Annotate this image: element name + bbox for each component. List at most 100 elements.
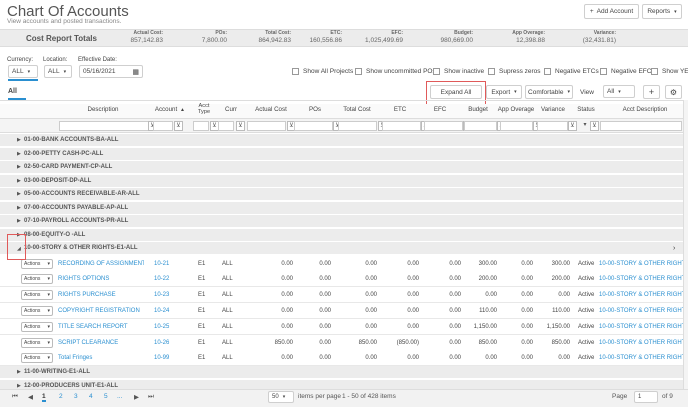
actions-dropdown[interactable]: Actions ▾ xyxy=(21,337,53,348)
density-dropdown[interactable]: Comfortable ▾ xyxy=(525,85,573,99)
filter-checkbox[interactable]: Show All Projects xyxy=(292,68,353,75)
row-account[interactable]: 10-25 xyxy=(154,319,169,335)
row-account[interactable]: 10-26 xyxy=(154,335,169,351)
column-header[interactable]: Status xyxy=(574,106,598,118)
table-row[interactable]: Actions ▾ RECORDING OF ASSIGNMENTS 10-21 E1 A… xyxy=(0,255,683,272)
vertical-scrollbar[interactable] xyxy=(683,100,688,389)
column-header[interactable]: Description xyxy=(58,106,148,118)
actions-dropdown[interactable]: Actions ▾ xyxy=(21,258,53,269)
expand-icon[interactable]: ▶ xyxy=(17,188,21,201)
column-header[interactable]: Budget xyxy=(460,106,496,118)
row-description[interactable]: RECORDING OF ASSIGNMENTS xyxy=(58,256,144,272)
filter-icon[interactable]: ⊻ xyxy=(590,121,599,131)
row-description[interactable]: SCRIPT CLEARANCE xyxy=(58,335,144,351)
filter-icon[interactable]: ⊻ xyxy=(174,121,183,131)
effective-date-input[interactable]: 05/16/2021 ▦ xyxy=(79,65,143,78)
checkbox-box[interactable] xyxy=(600,68,607,75)
column-header[interactable]: ETC xyxy=(380,106,420,118)
column-filter-input[interactable] xyxy=(247,121,286,131)
chevron-down-icon[interactable]: ▾ xyxy=(581,121,589,131)
column-filter-input[interactable] xyxy=(424,121,463,131)
column-filter-input[interactable] xyxy=(193,121,209,131)
table-row[interactable]: Actions ▾ RIGHTS OPTIONS 10-22 E1 ALL 0.00 0.00… xyxy=(0,271,683,288)
actions-dropdown[interactable]: Actions ▾ xyxy=(21,290,53,301)
export-dropdown[interactable]: Export ▾ xyxy=(486,85,522,99)
tab-all[interactable]: All xyxy=(8,88,26,100)
checkbox-box[interactable] xyxy=(651,68,658,75)
prev-page-icon[interactable]: ◀ xyxy=(28,393,33,401)
expand-icon[interactable]: ▶ xyxy=(17,366,21,379)
column-header[interactable]: Actual Cost xyxy=(251,106,291,118)
page-link[interactable]: 4 xyxy=(89,393,93,400)
group-row[interactable]: ▶ 02-00-PETTY CASH-PC-ALL xyxy=(0,147,683,161)
column-filter-input[interactable] xyxy=(153,121,173,131)
first-page-icon[interactable]: ⏮ xyxy=(12,393,18,401)
column-filter-input[interactable] xyxy=(294,121,333,131)
group-row[interactable]: ▶ 07-10-PAYROLL ACCOUNTS-PR-ALL xyxy=(0,215,683,228)
row-acct-description[interactable]: 10-00-STORY & OTHER RIGHTS xyxy=(599,319,683,335)
scroll-right-icon[interactable]: › xyxy=(673,245,675,252)
row-description[interactable]: Total Fringes xyxy=(58,350,144,366)
row-acct-description[interactable]: 10-00-STORY & OTHER RIGHTS xyxy=(599,256,683,272)
row-account[interactable]: 10-21 xyxy=(154,256,169,272)
actions-dropdown[interactable]: Actions ▾ xyxy=(21,274,53,285)
column-filter-input[interactable] xyxy=(600,121,682,131)
table-row[interactable]: Actions ▾ RIGHTS PURCHASE 10-23 E1 ALL 0.00 0.0… xyxy=(0,287,683,304)
page-link[interactable]: 2 xyxy=(59,393,63,400)
currency-select[interactable]: ALL ▾ xyxy=(8,65,38,78)
column-filter-input[interactable] xyxy=(500,121,533,131)
column-filter-input[interactable] xyxy=(537,121,568,131)
filter-checkbox[interactable]: Negative ETCs xyxy=(544,68,599,75)
checkbox-box[interactable] xyxy=(544,68,551,75)
add-row-button[interactable]: + xyxy=(643,85,660,99)
page-link[interactable]: 5 xyxy=(104,393,108,400)
filter-icon[interactable]: ⊻ xyxy=(568,121,577,131)
actions-dropdown[interactable]: Actions ▾ xyxy=(21,321,53,332)
add-account-button[interactable]: + Add Account xyxy=(584,4,639,19)
row-description[interactable]: RIGHTS PURCHASE xyxy=(58,287,144,303)
page-link[interactable]: 1 xyxy=(42,393,46,402)
group-row[interactable]: ◢ 10-00-STORY & OTHER RIGHTS-E1-ALL xyxy=(0,242,683,255)
page-link[interactable]: 3 xyxy=(74,393,78,400)
filter-checkbox[interactable]: Supress zeros xyxy=(488,68,541,75)
column-filter-input[interactable] xyxy=(59,121,149,131)
group-row[interactable]: ▶ 03-00-DEPOSIT-DP-ALL xyxy=(0,174,683,188)
filter-checkbox[interactable]: Show uncommitted POs xyxy=(355,68,436,75)
reports-dropdown[interactable]: Reports ▾ xyxy=(642,4,682,19)
table-row[interactable]: Actions ▾ Total Fringes 10-99 E1 ALL 0.00 0.00 0… xyxy=(0,350,683,367)
row-acct-description[interactable]: 10-00-STORY & OTHER RIGHTS xyxy=(599,335,683,351)
column-header[interactable]: Variance xyxy=(535,106,571,118)
checkbox-box[interactable] xyxy=(488,68,495,75)
expand-icon[interactable]: ▶ xyxy=(17,148,21,161)
checkbox-box[interactable] xyxy=(292,68,299,75)
column-header[interactable]: EFC xyxy=(420,106,460,118)
checkbox-box[interactable] xyxy=(433,68,440,75)
location-select[interactable]: ALL ▾ xyxy=(44,65,72,78)
row-acct-description[interactable]: 10-00-STORY & OTHER RIGHTS xyxy=(599,303,683,319)
filter-checkbox[interactable]: Negative EFCs xyxy=(600,68,655,75)
last-page-icon[interactable]: ⏭ xyxy=(148,393,154,401)
column-filter-input[interactable] xyxy=(218,121,234,131)
view-select[interactable]: All ▾ xyxy=(603,85,635,98)
expand-icon[interactable]: ▶ xyxy=(17,134,21,147)
row-acct-description[interactable]: 10-00-STORY & OTHER RIGHTS xyxy=(599,271,683,287)
checkbox-box[interactable] xyxy=(355,68,362,75)
table-row[interactable]: Actions ▾ TITLE SEARCH REPORT 10-25 E1 ALL 0.0… xyxy=(0,318,683,335)
group-row[interactable]: ▶ 02-50-CARD PAYMENT-CP-ALL xyxy=(0,161,683,174)
row-description[interactable]: TITLE SEARCH REPORT xyxy=(58,319,144,335)
column-header[interactable]: POs xyxy=(295,106,335,118)
filter-icon[interactable]: ⊻ xyxy=(236,121,245,131)
sort-ascending-icon[interactable]: ▲ xyxy=(180,107,185,113)
calendar-icon[interactable]: ▦ xyxy=(132,68,139,76)
column-header[interactable]: Curr xyxy=(221,106,241,118)
items-per-page-select[interactable]: 50 ▾ xyxy=(268,391,294,403)
column-header[interactable]: Acct Type xyxy=(193,103,215,115)
actions-dropdown[interactable]: Actions ▾ xyxy=(21,305,53,316)
filter-checkbox[interactable]: Show YE xyxy=(651,68,688,75)
group-row[interactable]: ▶ 01-00-BANK ACCOUNTS-BA-ALL xyxy=(0,134,683,147)
row-account[interactable]: 10-22 xyxy=(154,271,169,287)
column-header[interactable]: Total Cost xyxy=(337,106,377,118)
expand-icon[interactable]: ▶ xyxy=(17,161,21,174)
settings-button[interactable]: ⚙ xyxy=(665,85,682,99)
table-row[interactable]: Actions ▾ SCRIPT CLEARANCE 10-26 E1 ALL 850.00… xyxy=(0,334,683,351)
